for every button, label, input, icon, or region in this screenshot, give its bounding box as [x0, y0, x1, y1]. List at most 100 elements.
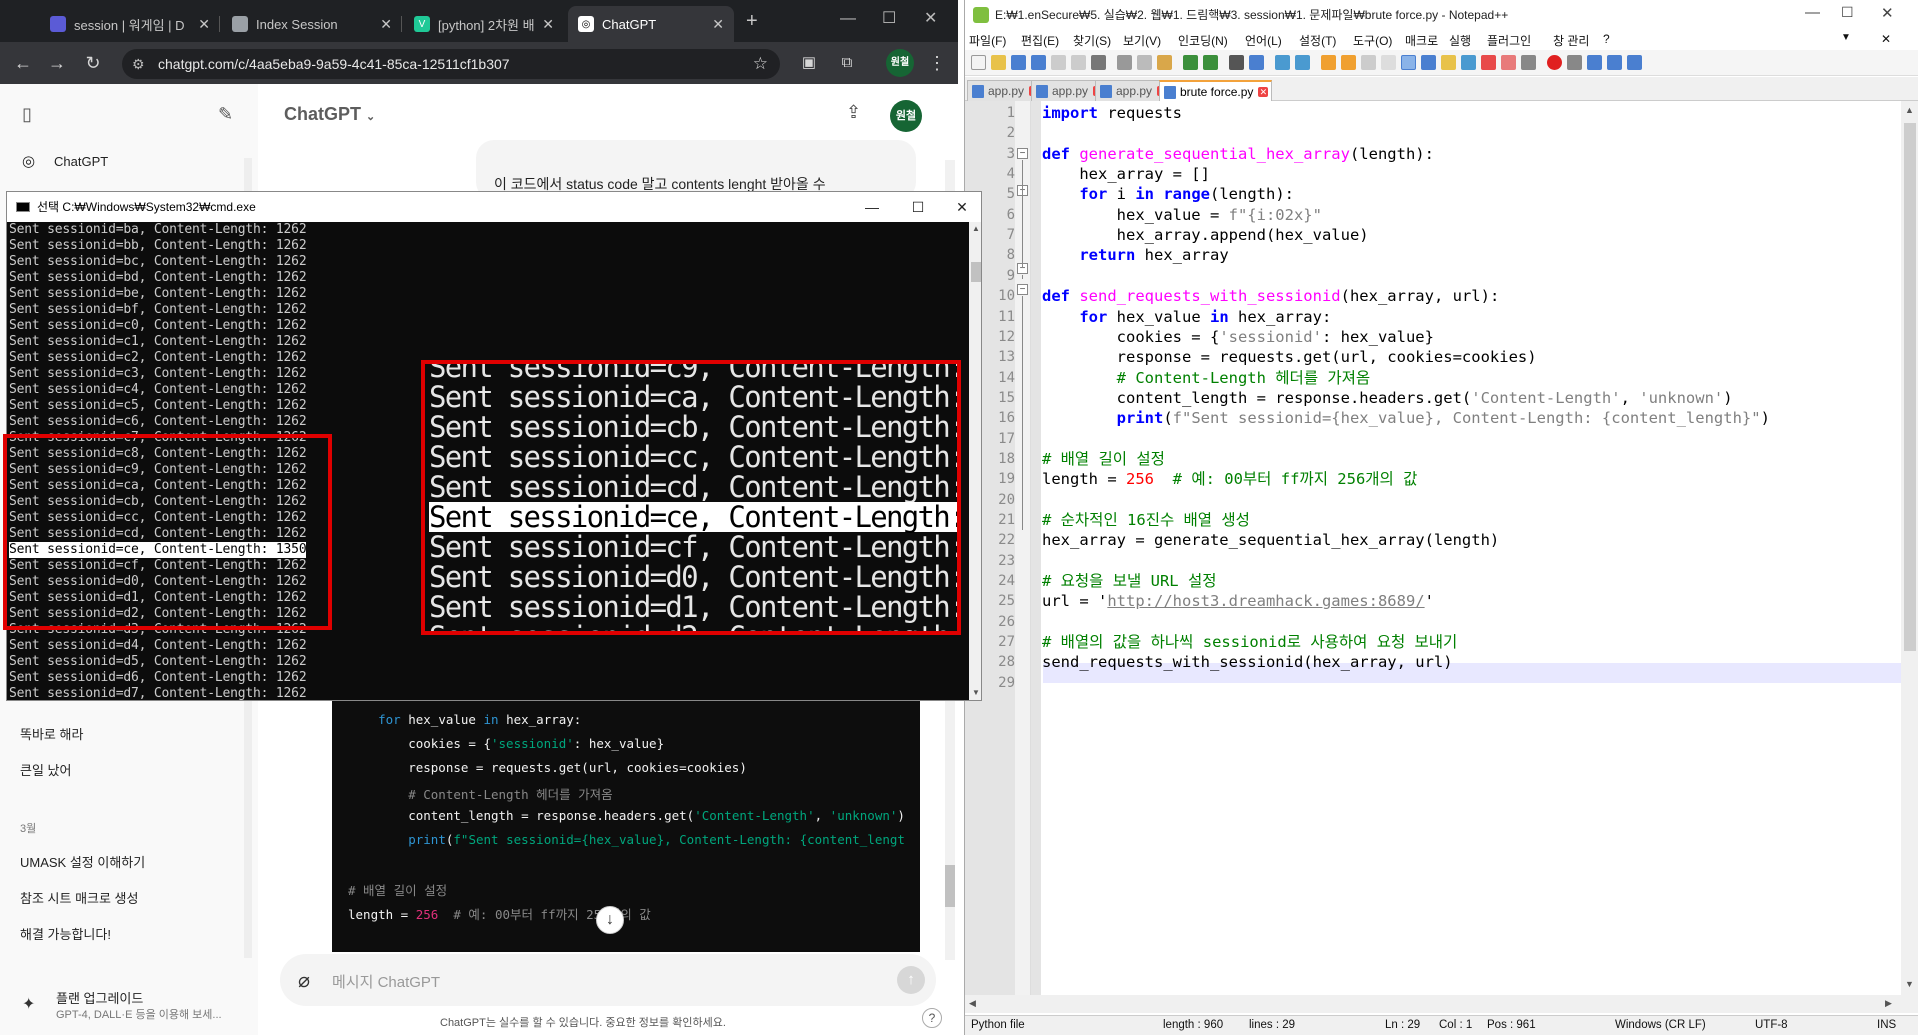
browser-tab[interactable]: session | 워게임 | D ✕ — [40, 6, 220, 42]
menu-encoding[interactable]: 인코딩(N) — [1178, 32, 1228, 49]
close-file-icon[interactable] — [1051, 55, 1066, 70]
zoom-out-icon[interactable] — [1295, 55, 1310, 70]
new-tab-button[interactable]: + — [746, 10, 758, 33]
maximize-icon[interactable]: ☐ — [1841, 4, 1854, 21]
browser-tab[interactable]: Index Session ✕ — [222, 6, 402, 42]
menu-language[interactable]: 언어(L) — [1245, 32, 1282, 49]
menu-file[interactable]: 파일(F) — [969, 32, 1006, 49]
minimize-icon[interactable]: — — [840, 10, 856, 28]
close-tab-icon[interactable]: ✕ — [1258, 87, 1269, 97]
sidebar-chat-item[interactable]: 해결 가능합니다! — [20, 924, 111, 943]
tab-search-icon[interactable]: ▣ — [798, 52, 820, 74]
save-all-icon[interactable] — [1031, 55, 1046, 70]
menu-macro[interactable]: 매크로 — [1405, 32, 1438, 49]
run-macro-multiple-icon[interactable] — [1607, 55, 1622, 70]
sidebar-chat-item[interactable]: 큰일 났어 — [20, 760, 71, 779]
zoom-in-icon[interactable] — [1275, 55, 1290, 70]
new-file-icon[interactable] — [971, 55, 986, 70]
editor-vscrollbar[interactable]: ▲ ▼ — [1901, 101, 1918, 995]
attach-paperclip-icon[interactable]: ⌀ — [298, 968, 310, 993]
extensions-icon[interactable]: ⧉ — [836, 52, 858, 74]
help-icon[interactable]: ? — [922, 1008, 942, 1028]
model-selector[interactable]: ChatGPT ⌄ — [284, 104, 375, 125]
sync-h-icon[interactable] — [1341, 55, 1356, 70]
show-all-chars-icon[interactable] — [1381, 55, 1396, 70]
menu-tools[interactable]: 도구(O) — [1353, 32, 1392, 49]
back-icon[interactable]: ← — [12, 52, 34, 74]
menu-search[interactable]: 찾기(S) — [1073, 32, 1111, 49]
new-chat-icon[interactable]: ✎ — [218, 104, 233, 125]
console-scrollbar[interactable]: ▲ ▼ — [969, 222, 981, 700]
address-bar[interactable]: ⚙ chatgpt.com/c/4aa5eba9-9a59-4c41-85ca-… — [122, 49, 780, 79]
menu-view[interactable]: 보기(V) — [1123, 32, 1161, 49]
monitoring-icon[interactable] — [1501, 55, 1516, 70]
doc-map-icon[interactable] — [1441, 55, 1456, 70]
scroll-thumb[interactable] — [1904, 123, 1916, 651]
save-macro-icon[interactable] — [1627, 55, 1642, 70]
copy-icon[interactable] — [1137, 55, 1152, 70]
find-icon[interactable] — [1229, 55, 1244, 70]
menu-edit[interactable]: 편집(E) — [1021, 32, 1059, 49]
reload-icon[interactable]: ↻ — [82, 52, 104, 74]
menu-help[interactable]: ? — [1603, 32, 1610, 46]
close-all-icon[interactable] — [1071, 55, 1086, 70]
bookmark-star-icon[interactable]: ☆ — [753, 49, 768, 79]
file-tab-active[interactable]: brute force.py ✕ — [1159, 80, 1273, 101]
minimize-icon[interactable]: — — [849, 192, 895, 222]
record-macro-icon[interactable] — [1547, 55, 1562, 70]
editor-hscrollbar[interactable]: ◀ ▶ — [965, 995, 1918, 1013]
close-tab-icon[interactable]: ✕ — [536, 16, 554, 33]
scroll-thumb[interactable] — [971, 262, 981, 282]
sidebar-chat-item[interactable]: UMASK 설정 이해하기 — [20, 852, 145, 871]
scroll-right-icon[interactable]: ▶ — [1885, 998, 1892, 1009]
close-tab-icon[interactable]: ✕ — [706, 16, 724, 33]
message-input[interactable]: 메시지 ChatGPT — [332, 971, 440, 992]
close-window-icon[interactable]: ✕ — [939, 192, 981, 222]
upgrade-plan-button[interactable]: 플랜 업그레이드 — [56, 988, 143, 1007]
folder-workspace-icon[interactable] — [1481, 55, 1496, 70]
browser-menu-icon[interactable]: ⋮ — [926, 52, 948, 74]
menu-run[interactable]: 실행 — [1449, 32, 1471, 49]
maximize-icon[interactable]: ☐ — [882, 8, 896, 28]
user-avatar[interactable]: 원철 — [890, 100, 922, 132]
message-input-box[interactable]: ⌀ 메시지 ChatGPT ↑ — [280, 954, 936, 1006]
paste-icon[interactable] — [1157, 55, 1172, 70]
menu-window[interactable]: 창 관리 — [1553, 32, 1589, 49]
undo-icon[interactable] — [1183, 55, 1198, 70]
scroll-down-icon[interactable]: ↓ — [596, 906, 624, 934]
sidebar-item-chatgpt[interactable]: ChatGPT — [54, 154, 108, 169]
chat-scrollbar-thumb[interactable] — [945, 865, 955, 907]
replace-icon[interactable] — [1249, 55, 1264, 70]
function-list-icon[interactable] — [1461, 55, 1476, 70]
scroll-up-icon[interactable]: ▲ — [1905, 105, 1914, 115]
sidebar-chat-item[interactable]: 참조 시트 매크로 생성 — [20, 888, 138, 907]
open-file-icon[interactable] — [991, 55, 1006, 70]
indent-guide-icon[interactable] — [1401, 55, 1416, 70]
toggle-sidebar-icon[interactable]: ▯ — [22, 104, 32, 125]
browser-tab[interactable]: V [python] 2차원 배 ✕ — [404, 6, 564, 42]
close-window-icon[interactable]: ✕ — [924, 8, 937, 28]
browser-tab-active[interactable]: ◎ ChatGPT ✕ — [568, 6, 734, 42]
sidebar-chat-item[interactable]: 똑바로 해라 — [20, 724, 83, 743]
eye-icon[interactable] — [1521, 55, 1536, 70]
sync-v-icon[interactable] — [1321, 55, 1336, 70]
site-info-icon[interactable]: ⚙ — [132, 49, 145, 79]
cut-icon[interactable] — [1117, 55, 1132, 70]
minimize-icon[interactable]: — — [1805, 4, 1820, 21]
share-icon[interactable]: ⇪ — [846, 102, 861, 123]
word-wrap-icon[interactable] — [1361, 55, 1376, 70]
profile-avatar[interactable]: 원철 — [886, 49, 914, 77]
play-macro-icon[interactable] — [1587, 55, 1602, 70]
udl-icon[interactable] — [1421, 55, 1436, 70]
menu-plugins[interactable]: 플러그인 — [1487, 32, 1531, 49]
save-icon[interactable] — [1011, 55, 1026, 70]
scroll-up-icon[interactable]: ▲ — [972, 224, 980, 233]
scroll-down-icon[interactable]: ▼ — [1905, 979, 1914, 989]
stop-macro-icon[interactable] — [1567, 55, 1582, 70]
close-tab-icon[interactable]: ✕ — [192, 16, 210, 33]
scroll-left-icon[interactable]: ◀ — [969, 998, 976, 1009]
code-editor[interactable]: 1 import requests 2 3 def generate_sequentia… — [965, 101, 1901, 995]
menu-settings[interactable]: 설정(T) — [1299, 32, 1336, 49]
scroll-down-icon[interactable]: ▼ — [972, 688, 980, 697]
close-doc-icon[interactable]: ✕ — [1881, 32, 1891, 46]
